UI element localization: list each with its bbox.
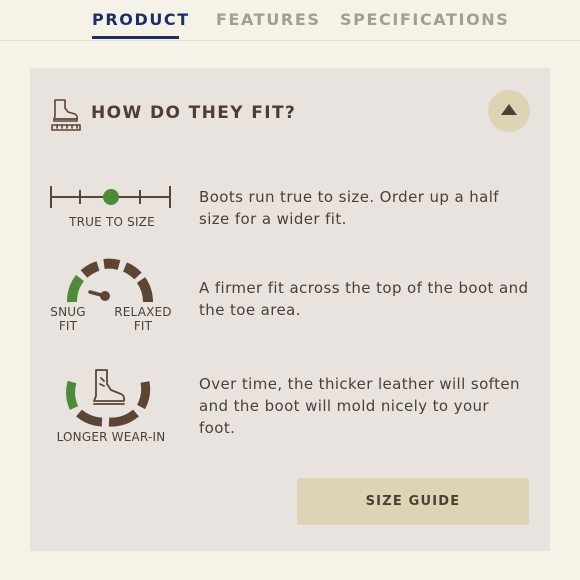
snug-fit-caption: SNUG FIT bbox=[48, 305, 88, 333]
snug-fit-caption-line1: SNUG bbox=[50, 305, 86, 319]
panel-title: HOW DO THEY FIT? bbox=[91, 103, 297, 123]
tab-features[interactable]: FEATURES bbox=[216, 10, 320, 29]
relaxed-fit-caption-line2: FIT bbox=[133, 319, 153, 333]
tab-specifications[interactable]: SPECIFICATIONS bbox=[340, 10, 509, 29]
true-to-size-caption: TRUE TO SIZE bbox=[69, 215, 155, 229]
wear-in-caption: LONGER WEAR-IN bbox=[56, 430, 166, 444]
size-guide-button[interactable]: SIZE GUIDE bbox=[297, 478, 529, 525]
true-to-size-description: Boots run true to size. Order up a half … bbox=[199, 188, 499, 228]
collapse-button[interactable] bbox=[488, 90, 530, 132]
snug-fit-caption-line2: FIT bbox=[58, 319, 78, 333]
fit-description: A firmer fit across the top of the boot … bbox=[199, 279, 529, 319]
fit-panel: HOW DO THEY FIT? TRUE TO SIZE Boots run … bbox=[30, 68, 550, 551]
relaxed-fit-caption-line1: RELAXED bbox=[114, 305, 172, 319]
true-to-size-scale-icon bbox=[50, 186, 171, 208]
triangle-up-icon bbox=[501, 104, 517, 115]
fit-gauge-icon bbox=[67, 258, 154, 303]
boot-ruler-icon bbox=[51, 99, 81, 131]
tab-product[interactable]: PRODUCT bbox=[92, 10, 190, 29]
wear-in-boot-icon bbox=[66, 369, 151, 427]
wear-in-description: Over time, the thicker leather will soft… bbox=[199, 375, 520, 437]
tab-bar: PRODUCT FEATURES SPECIFICATIONS bbox=[0, 0, 580, 41]
relaxed-fit-caption: RELAXED FIT bbox=[114, 305, 172, 333]
active-tab-underline bbox=[92, 36, 179, 39]
